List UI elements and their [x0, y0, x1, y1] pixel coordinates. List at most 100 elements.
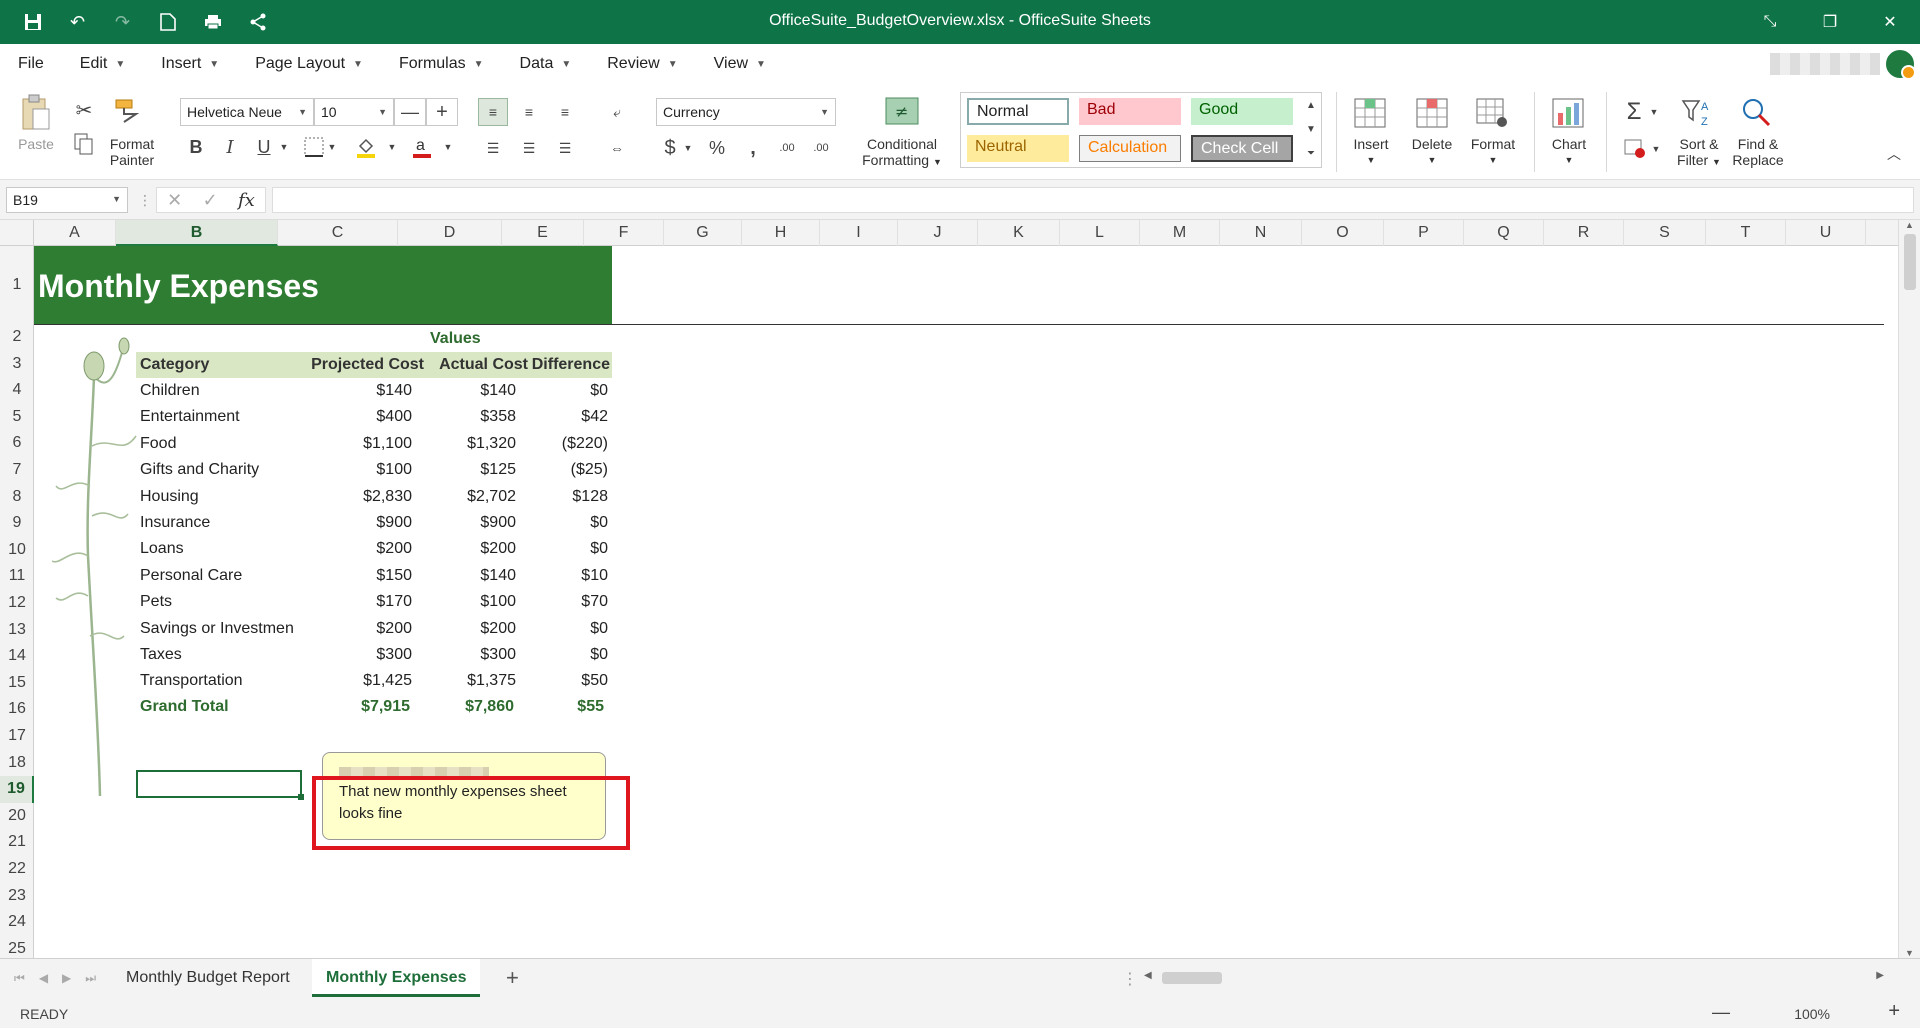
formula-input[interactable]: [272, 187, 1914, 213]
delete-button[interactable]: Delete ▼: [1406, 136, 1458, 168]
cell-category[interactable]: Gifts and Charity: [140, 457, 300, 483]
increase-font-icon[interactable]: +: [426, 98, 458, 126]
cell-actual[interactable]: $125: [414, 457, 516, 483]
menu-data[interactable]: Data ▼: [502, 55, 590, 73]
chevron-down-icon[interactable]: ▼: [326, 134, 338, 160]
column-header-p[interactable]: P: [1384, 220, 1464, 246]
cell-difference[interactable]: ($25): [514, 457, 608, 483]
fill-color-icon[interactable]: [354, 134, 378, 160]
cell-category[interactable]: Children: [140, 378, 300, 404]
sheet-title[interactable]: Monthly Expenses: [34, 246, 612, 324]
cell-category[interactable]: Loans: [140, 536, 300, 562]
row-header-20[interactable]: 20: [0, 803, 34, 830]
bold-icon[interactable]: B: [184, 134, 208, 160]
wrap-text-icon[interactable]: ⤶: [602, 98, 632, 126]
scroll-left-icon[interactable]: ◀: [1144, 970, 1152, 981]
column-header-t[interactable]: T: [1706, 220, 1786, 246]
column-header-q[interactable]: Q: [1464, 220, 1544, 246]
row-header-8[interactable]: 8: [0, 484, 34, 511]
gallery-up-icon[interactable]: ▲: [1303, 95, 1319, 115]
column-header-i[interactable]: I: [820, 220, 898, 246]
cell-actual[interactable]: $300: [414, 642, 516, 668]
add-sheet-icon[interactable]: +: [506, 965, 519, 991]
row-header-16[interactable]: 16: [0, 696, 34, 723]
row-header-12[interactable]: 12: [0, 590, 34, 617]
sort-filter-icon[interactable]: AZ: [1680, 96, 1716, 130]
font-size-select[interactable]: 10: [314, 98, 394, 126]
row-header-6[interactable]: 6: [0, 430, 34, 457]
total-projected[interactable]: $7,915: [300, 694, 410, 720]
cell-projected[interactable]: $900: [300, 510, 412, 536]
chart-button[interactable]: Chart ▼: [1544, 136, 1594, 168]
chevron-down-icon[interactable]: ▼: [442, 134, 454, 160]
find-replace-icon[interactable]: [1740, 96, 1776, 130]
cell-actual[interactable]: $900: [414, 510, 516, 536]
restore-icon[interactable]: ❐: [1800, 0, 1860, 44]
percent-icon[interactable]: %: [704, 134, 730, 162]
row-header-13[interactable]: 13: [0, 617, 34, 644]
name-box[interactable]: B19: [6, 187, 128, 213]
decrease-font-icon[interactable]: —: [394, 98, 426, 126]
last-sheet-icon[interactable]: ⏭: [85, 971, 96, 986]
row-header-2[interactable]: 2: [0, 324, 34, 351]
close-icon[interactable]: ✕: [1860, 0, 1920, 44]
cell-projected[interactable]: $100: [300, 457, 412, 483]
drag-handle-icon[interactable]: ⋮: [138, 192, 152, 209]
chevron-down-icon[interactable]: ▼: [1650, 136, 1662, 162]
header-difference[interactable]: Difference: [528, 352, 610, 378]
cell-projected[interactable]: $400: [300, 404, 412, 430]
zoom-level[interactable]: 100%: [1794, 1006, 1830, 1022]
decrease-decimal-icon[interactable]: .00: [806, 134, 836, 162]
fullscreen-icon[interactable]: ⤡: [1740, 0, 1800, 44]
drag-handle-icon[interactable]: ⋮: [1122, 969, 1138, 989]
gallery-down-icon[interactable]: ▼: [1303, 119, 1319, 139]
cell-difference[interactable]: $0: [514, 616, 608, 642]
horizontal-scroll-thumb[interactable]: [1162, 972, 1222, 984]
cell-category[interactable]: Personal Care: [140, 563, 300, 589]
column-header-s[interactable]: S: [1624, 220, 1706, 246]
row-header-4[interactable]: 4: [0, 377, 34, 404]
cell-actual[interactable]: $100: [414, 589, 516, 615]
values-label[interactable]: Values: [430, 326, 530, 352]
column-header-r[interactable]: R: [1544, 220, 1624, 246]
column-header-l[interactable]: L: [1060, 220, 1140, 246]
collapse-ribbon-icon[interactable]: ︿: [1884, 144, 1904, 164]
column-header-d[interactable]: D: [398, 220, 502, 246]
delete-cells-icon[interactable]: [1414, 96, 1450, 130]
cell-projected[interactable]: $200: [300, 616, 412, 642]
column-header-j[interactable]: J: [898, 220, 978, 246]
column-header-u[interactable]: U: [1786, 220, 1866, 246]
column-header-n[interactable]: N: [1220, 220, 1302, 246]
menu-review[interactable]: Review ▼: [589, 55, 695, 73]
align-middle-icon[interactable]: ≡: [514, 98, 544, 126]
header-category[interactable]: Category: [140, 352, 300, 378]
zoom-out-icon[interactable]: —: [1712, 1002, 1730, 1023]
cell-actual[interactable]: $2,702: [414, 484, 516, 510]
row-header-23[interactable]: 23: [0, 883, 34, 910]
cell-difference[interactable]: $50: [514, 668, 608, 694]
cell-difference[interactable]: $0: [514, 378, 608, 404]
row-header-24[interactable]: 24: [0, 909, 34, 936]
clear-icon[interactable]: [1622, 136, 1648, 162]
cell-category[interactable]: Taxes: [140, 642, 300, 668]
cell-projected[interactable]: $1,100: [300, 431, 412, 457]
underline-icon[interactable]: U: [252, 134, 276, 160]
cell-difference[interactable]: $0: [514, 536, 608, 562]
cell-actual[interactable]: $1,375: [414, 668, 516, 694]
chevron-down-icon[interactable]: ▼: [1648, 98, 1660, 126]
column-header-h[interactable]: H: [742, 220, 820, 246]
column-header-a[interactable]: A: [34, 220, 116, 246]
gallery-expand-icon[interactable]: ⏷: [1303, 143, 1319, 163]
tab-monthly-expenses[interactable]: Monthly Expenses: [312, 959, 481, 997]
cell-projected[interactable]: $1,425: [300, 668, 412, 694]
menu-edit[interactable]: Edit ▼: [62, 55, 143, 73]
total-difference[interactable]: $55: [514, 694, 604, 720]
row-header-14[interactable]: 14: [0, 643, 34, 670]
increase-decimal-icon[interactable]: .00: [772, 134, 802, 162]
column-header-c[interactable]: C: [278, 220, 398, 246]
style-normal[interactable]: Normal: [967, 98, 1069, 125]
cell-difference[interactable]: $42: [514, 404, 608, 430]
align-bottom-icon[interactable]: ≡: [550, 98, 580, 126]
format-painter-icon[interactable]: [114, 96, 144, 126]
chevron-down-icon[interactable]: ▼: [682, 134, 694, 162]
